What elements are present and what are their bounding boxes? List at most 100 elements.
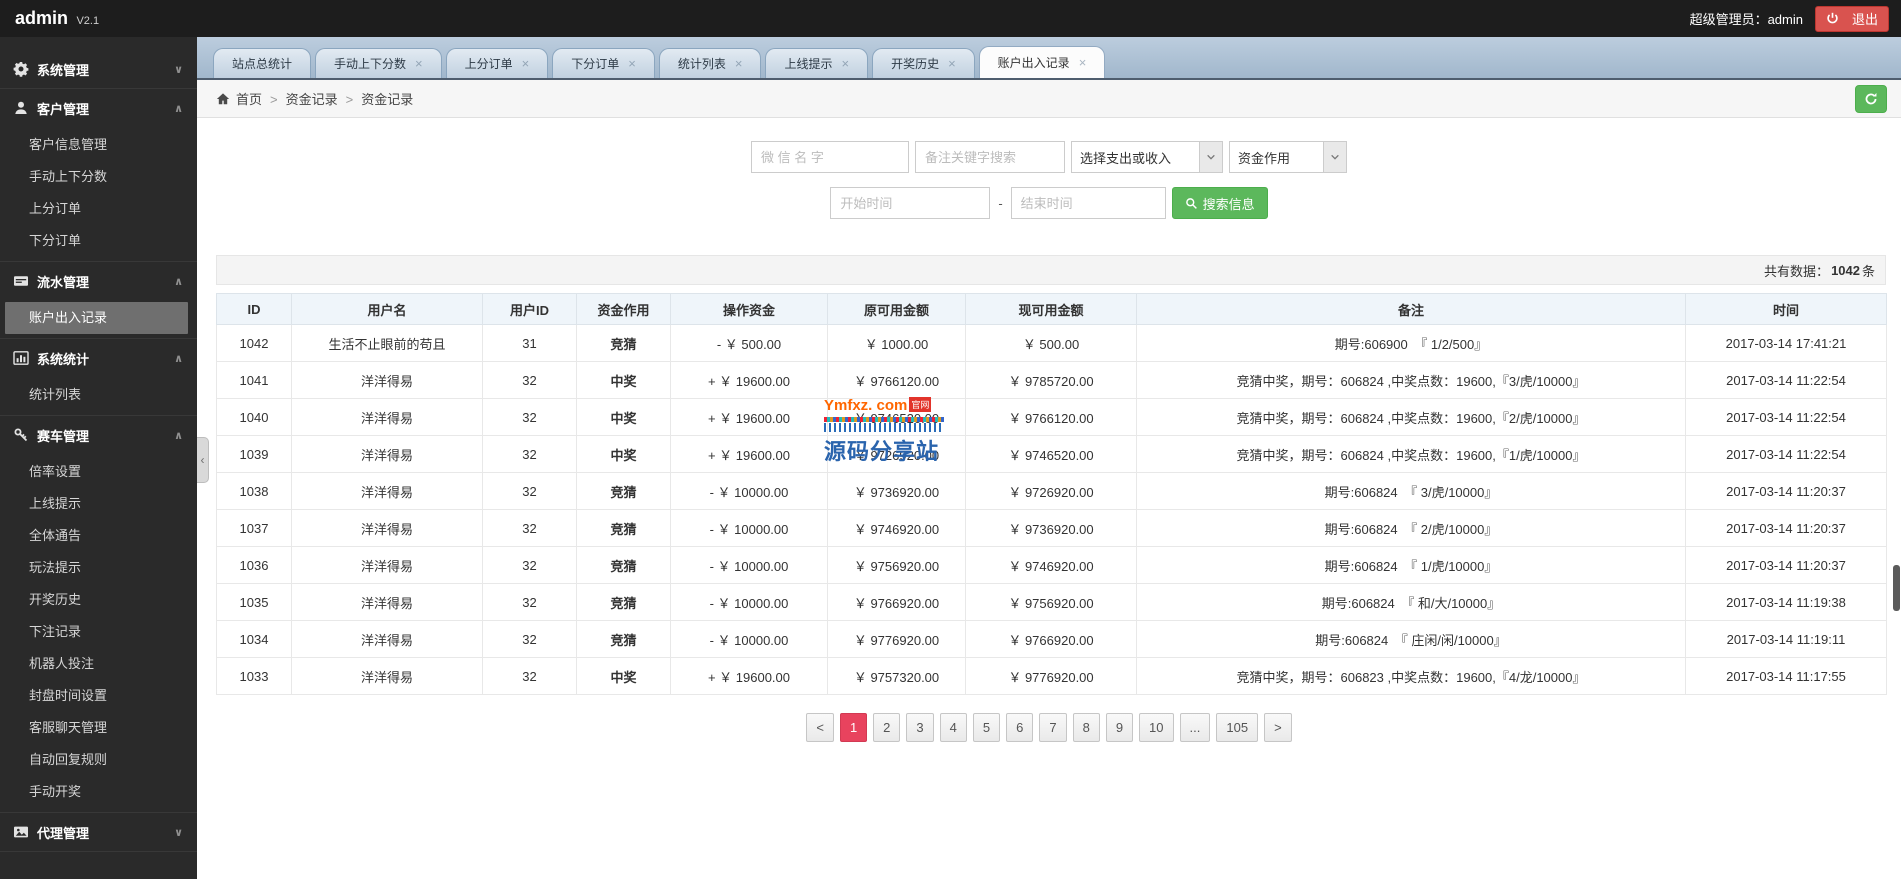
sidebar-section: 赛车管理 ∧ 倍率设置 上线提示 全体通告 玩法提示 开奖历史 下注记录 机器人投注 封盘时间设置… xyxy=(0,415,197,812)
sidebar-item-开奖历史[interactable]: 开奖历史 xyxy=(0,584,197,616)
caret-up-icon: ∧ xyxy=(174,429,183,442)
collapse-sidebar-handle[interactable]: ‹ xyxy=(197,437,209,483)
breadcrumb-separator: > xyxy=(345,92,354,107)
close-icon[interactable]: × xyxy=(841,57,849,70)
sidebar-item-玩法提示[interactable]: 玩法提示 xyxy=(0,552,197,584)
column-header-原可用金额: 原可用金额 xyxy=(827,293,966,325)
tab-统计列表[interactable]: 统计列表 × xyxy=(658,48,762,78)
tab-上分订单[interactable]: 上分订单 × xyxy=(445,48,549,78)
page-button-1[interactable]: 1 xyxy=(839,713,868,742)
sidebar-item-上线提示[interactable]: 上线提示 xyxy=(0,488,197,520)
breadcrumb-item-资金记录[interactable]: 资金记录 xyxy=(286,92,338,107)
row-action: 竞猜 xyxy=(576,583,671,621)
end-time-input[interactable] xyxy=(1010,187,1166,219)
row-username: 洋洋得易 xyxy=(291,398,483,436)
close-icon[interactable]: × xyxy=(1079,56,1087,69)
row-amount: + ￥ 19600.00 xyxy=(670,361,828,399)
tab-站点总统计[interactable]: 站点总统计 xyxy=(213,48,312,78)
page-button-3[interactable]: 3 xyxy=(906,713,934,742)
page-button-105[interactable]: 105 xyxy=(1216,713,1259,742)
tab-账户出入记录[interactable]: 账户出入记录 × xyxy=(978,46,1106,78)
close-icon[interactable]: × xyxy=(628,57,636,70)
row-after-balance: ￥ 9746520.00 xyxy=(965,435,1137,473)
search-button[interactable]: 搜索信息 xyxy=(1171,187,1268,219)
close-icon[interactable]: × xyxy=(415,57,423,70)
sidebar-section: 流水管理 ∧ 账户出入记录 xyxy=(0,261,197,338)
page-button-8[interactable]: 8 xyxy=(1072,713,1100,742)
vertical-scrollbar-thumb[interactable] xyxy=(1893,565,1900,611)
row-after-balance: ￥ 9756920.00 xyxy=(965,583,1137,621)
income-expense-select[interactable]: 选择支出或收入 xyxy=(1071,141,1223,173)
wechat-name-input[interactable] xyxy=(751,141,909,173)
sidebar-item-系统管理[interactable]: 系统管理 ∨ xyxy=(0,50,197,88)
remark-keyword-input[interactable] xyxy=(915,141,1065,173)
sidebar-item-label: 系统管理 xyxy=(37,62,90,78)
page-button-10[interactable]: 10 xyxy=(1139,713,1174,742)
record-count: 1042 xyxy=(1831,262,1860,278)
caret-down-icon: ∨ xyxy=(174,826,183,839)
row-action: 竞猜 xyxy=(576,324,671,362)
page-button-2[interactable]: 2 xyxy=(873,713,901,742)
page-button-6[interactable]: 6 xyxy=(1006,713,1034,742)
column-header-资金作用: 资金作用 xyxy=(576,293,671,325)
tab-开奖历史[interactable]: 开奖历史 × xyxy=(872,48,975,78)
sidebar-item-下注记录[interactable]: 下注记录 xyxy=(0,616,197,648)
start-time-input[interactable] xyxy=(830,187,991,219)
refresh-button[interactable] xyxy=(1855,84,1887,113)
sidebar-item-客户管理[interactable]: 客户管理 ∧ xyxy=(0,89,197,127)
row-remark: 期号:606824 『 庄闲/闲/10000』 xyxy=(1136,620,1686,658)
sidebar-item-统计列表[interactable]: 统计列表 xyxy=(0,379,197,411)
sidebar-item-倍率设置[interactable]: 倍率设置 xyxy=(0,456,197,488)
page-button-7[interactable]: 7 xyxy=(1039,713,1067,742)
tab-下分订单[interactable]: 下分订单 × xyxy=(552,48,655,78)
sidebar-item-上分订单[interactable]: 上分订单 xyxy=(0,193,197,225)
breadcrumb-item-首页[interactable]: 首页 xyxy=(236,92,262,107)
fund-usage-select[interactable]: 资金作用 xyxy=(1229,141,1347,173)
row-user-id: 32 xyxy=(482,472,577,510)
home-icon xyxy=(216,92,230,106)
row-id: 1041 xyxy=(216,361,292,399)
sidebar-item-封盘时间设置[interactable]: 封盘时间设置 xyxy=(0,680,197,712)
next-page-button[interactable]: > xyxy=(1264,713,1292,742)
logout-button[interactable]: 退出 xyxy=(1814,5,1889,32)
close-icon[interactable]: × xyxy=(948,57,956,70)
row-action: 竞猜 xyxy=(576,546,671,584)
row-remark: 竞猜中奖，期号：606824 ,中奖点数：19600,『3/虎/10000』 xyxy=(1136,361,1686,399)
sidebar-item-流水管理[interactable]: 流水管理 ∧ xyxy=(0,262,197,300)
close-icon[interactable]: × xyxy=(735,57,743,70)
prev-page-button[interactable]: < xyxy=(806,713,834,742)
close-icon[interactable]: × xyxy=(522,57,530,70)
caret-up-icon: ∧ xyxy=(174,352,183,365)
page-button-5[interactable]: 5 xyxy=(972,713,1001,742)
row-after-balance: ￥ 9746920.00 xyxy=(965,546,1137,584)
breadcrumb-separator: > xyxy=(270,92,278,107)
sidebar-item-账户出入记录[interactable]: 账户出入记录 xyxy=(5,302,188,334)
sidebar-item-代理管理[interactable]: 代理管理 ∨ xyxy=(0,813,197,851)
tab-手动上下分数[interactable]: 手动上下分数 × xyxy=(315,48,442,78)
sidebar-item-机器人投注[interactable]: 机器人投注 xyxy=(0,648,197,680)
tab-上线提示[interactable]: 上线提示 × xyxy=(765,48,869,78)
row-amount: + ￥ 19600.00 xyxy=(670,657,828,695)
sidebar-item-自动回复规则[interactable]: 自动回复规则 xyxy=(0,744,197,776)
sidebar-item-全体通告[interactable]: 全体通告 xyxy=(0,520,197,552)
row-action: 竞猜 xyxy=(576,620,671,658)
sidebar-item-客户信息管理[interactable]: 客户信息管理 xyxy=(0,129,197,161)
row-time: 2017-03-14 11:22:54 xyxy=(1685,361,1887,399)
sidebar-item-手动开奖[interactable]: 手动开奖 xyxy=(0,776,197,808)
sidebar-item-系统统计[interactable]: 系统统计 ∧ xyxy=(0,339,197,377)
row-username: 洋洋得易 xyxy=(291,361,483,399)
tab-label: 账户出入记录 xyxy=(997,56,1070,70)
sidebar-item-客服聊天管理[interactable]: 客服聊天管理 xyxy=(0,712,197,744)
table-row: 1033 洋洋得易 32 中奖 + ￥ 19600.00 ￥ 9757320.00 ￥ 97… xyxy=(216,657,1887,695)
page-button-9[interactable]: 9 xyxy=(1105,713,1134,742)
row-before-balance: ￥ 1000.00 xyxy=(827,324,966,362)
row-remark: 竞猜中奖，期号：606824 ,中奖点数：19600,『1/虎/10000』 xyxy=(1136,435,1686,473)
sidebar-item-赛车管理[interactable]: 赛车管理 ∧ xyxy=(0,416,197,454)
row-action: 中奖 xyxy=(576,435,671,473)
pagination: <1 2 3 4 5 6 7 8 9 10... 105 > xyxy=(197,713,1901,742)
sidebar-item-下分订单[interactable]: 下分订单 xyxy=(0,225,197,257)
page-button-4[interactable]: 4 xyxy=(939,713,967,742)
power-icon xyxy=(1826,12,1839,25)
row-username: 洋洋得易 xyxy=(291,435,483,473)
sidebar-item-手动上下分数[interactable]: 手动上下分数 xyxy=(0,161,197,193)
